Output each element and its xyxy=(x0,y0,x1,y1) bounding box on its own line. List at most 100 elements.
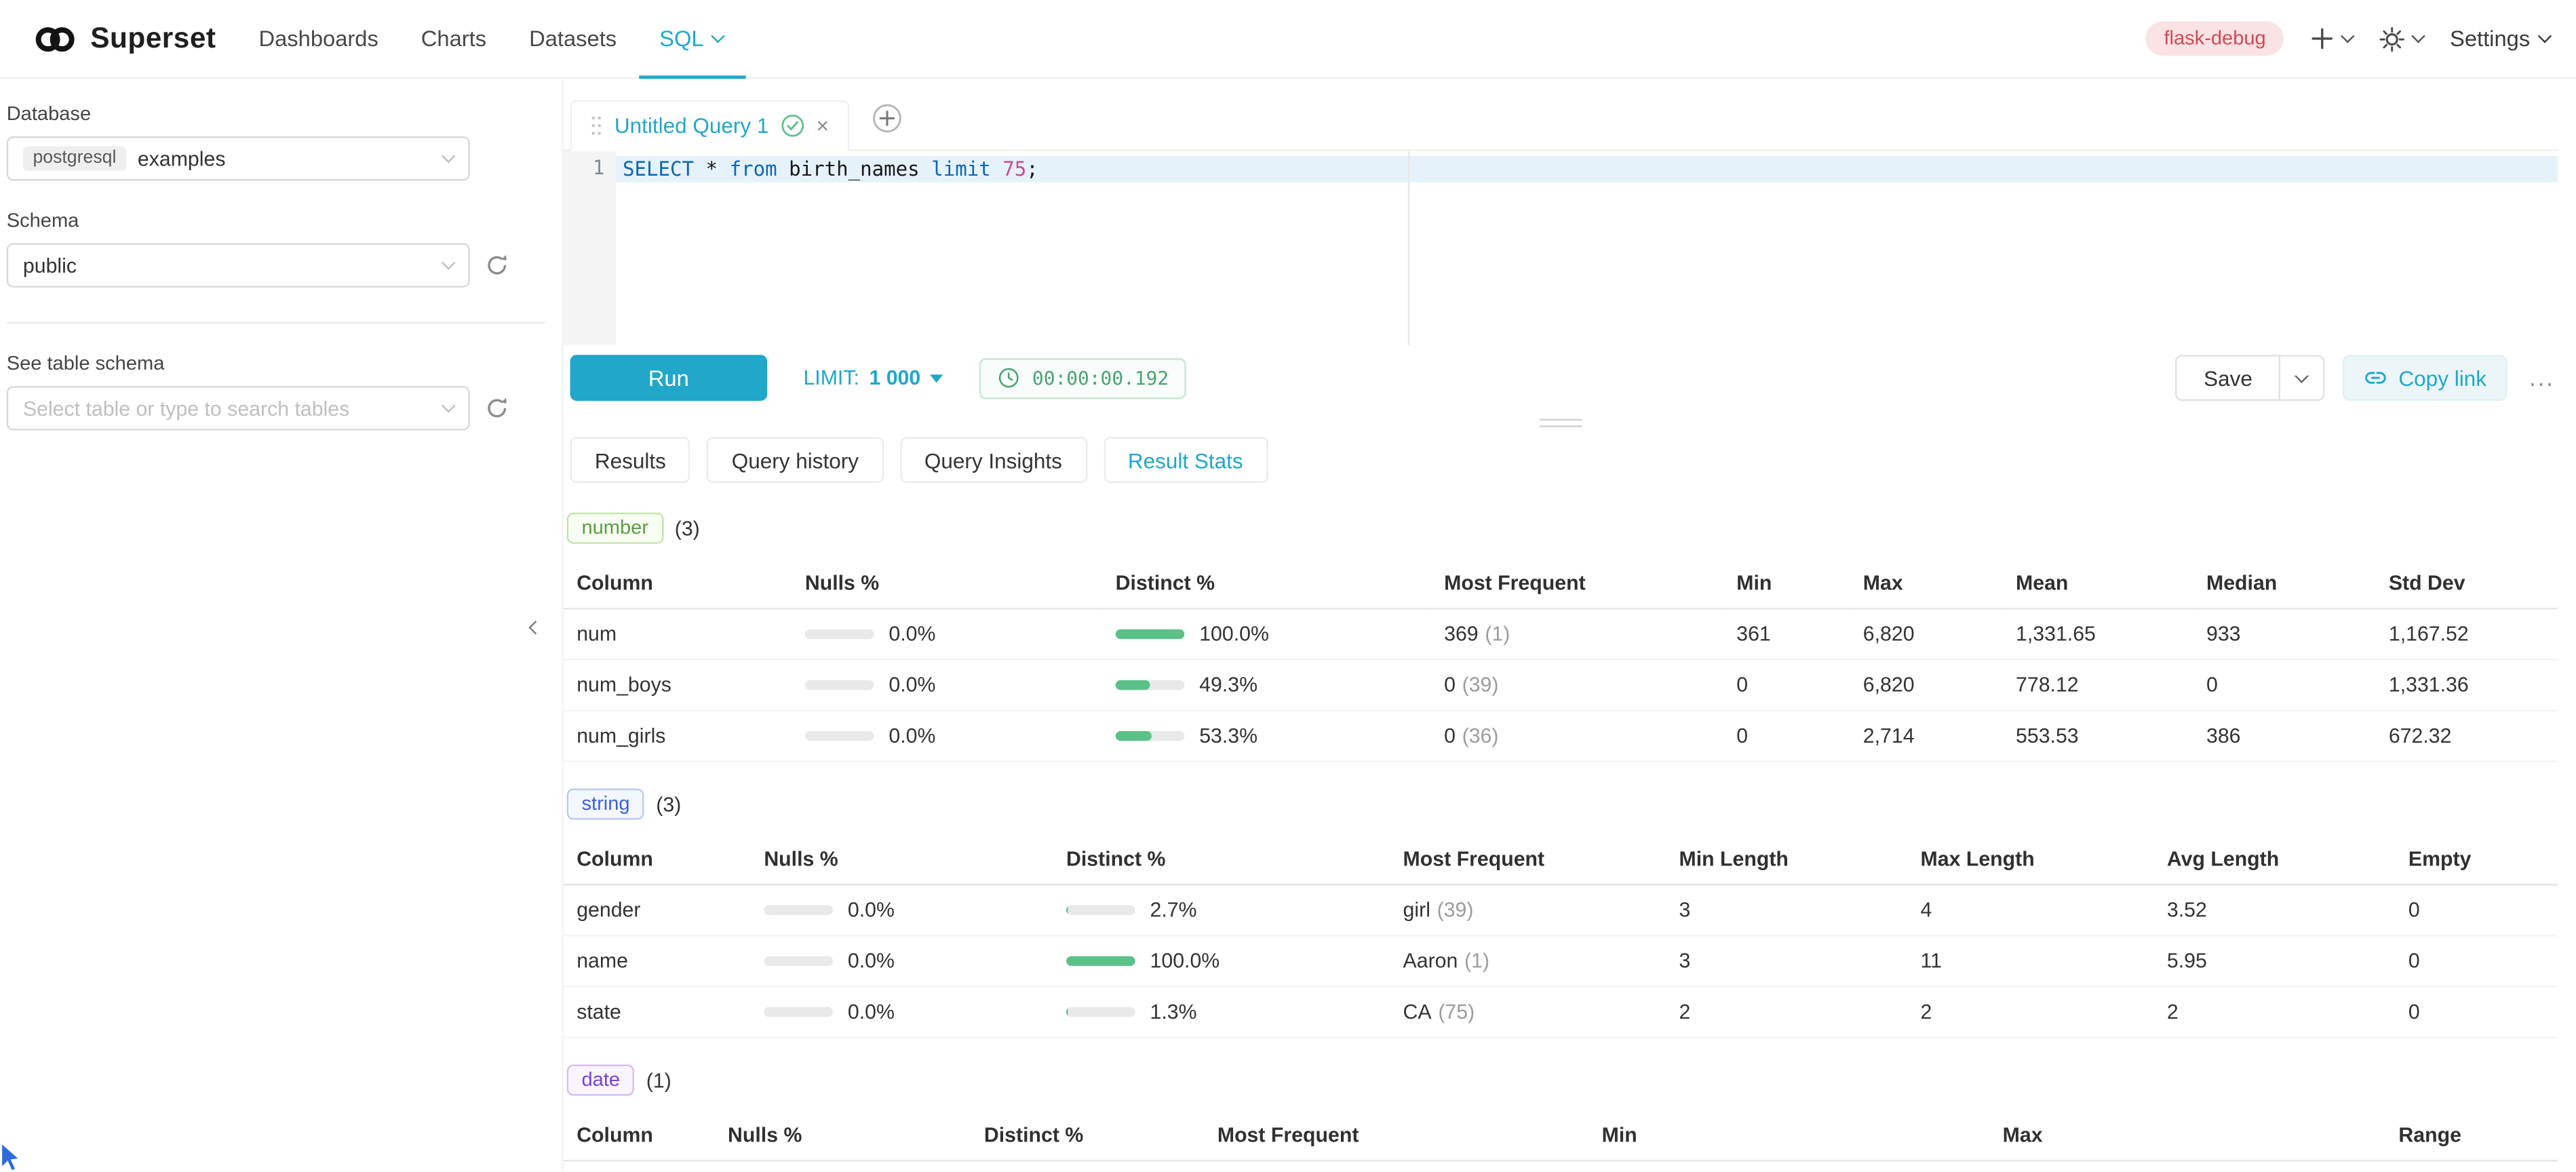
theme-menu[interactable] xyxy=(2379,26,2423,52)
navbar-right: flask-debug Settings xyxy=(2146,21,2550,56)
tab-query-history[interactable]: Query history xyxy=(707,437,883,483)
new-tab-button[interactable] xyxy=(872,102,901,132)
cell-nulls: 0.0% xyxy=(751,937,1053,988)
cell-most-frequent: 1965-01-01T00:00:00(75) xyxy=(1204,1161,1588,1171)
limit-dropdown[interactable]: LIMIT: 1 000 xyxy=(803,366,943,389)
header-cell: Column xyxy=(564,833,751,886)
nav-datasets[interactable]: Datasets xyxy=(529,0,617,78)
cell-min: 0 xyxy=(1723,661,1850,711)
collapse-sidebar-button[interactable] xyxy=(522,614,549,641)
sun-icon xyxy=(2379,26,2406,52)
cell-nulls: 0.0% xyxy=(751,886,1053,937)
close-tab-icon[interactable]: × xyxy=(817,115,829,136)
nulls-bar xyxy=(805,731,874,741)
database-label: Database xyxy=(7,102,545,125)
brand-name: Superset xyxy=(90,21,216,56)
copy-link-label: Copy link xyxy=(2398,366,2486,390)
sqllab-sidebar: Database postgresql examples Schema publ… xyxy=(0,79,564,1171)
nav-sql[interactable]: SQL xyxy=(659,0,724,78)
cell-stddev: 1,167.52 xyxy=(2375,610,2558,661)
database-select[interactable]: postgresql examples xyxy=(7,136,470,180)
editor-text-area[interactable]: SELECT * from birth_names limit 75; xyxy=(616,151,2558,345)
sqllab-main: Untitled Query 1 × 1 xyxy=(564,79,2576,1171)
query-success-icon xyxy=(780,113,804,138)
link-icon xyxy=(2364,366,2387,389)
cell-distinct: 1.3% xyxy=(1053,988,1390,1038)
header-cell: Max Length xyxy=(1907,833,2153,886)
nav-sql-label: SQL xyxy=(659,26,703,51)
type-tag-row: number (3) xyxy=(567,513,2558,544)
cell-mean: 1,331.65 xyxy=(2003,610,2193,661)
chevron-left-icon xyxy=(528,621,543,635)
cell-column-name: num_girls xyxy=(564,711,792,762)
tab-query-insights[interactable]: Query Insights xyxy=(900,437,1087,483)
splitter-grip-icon xyxy=(1540,418,1582,426)
nulls-bar xyxy=(805,680,874,690)
nulls-bar xyxy=(764,956,833,966)
settings-menu[interactable]: Settings xyxy=(2450,26,2550,51)
query-tabbar: Untitled Query 1 × xyxy=(564,79,2558,151)
tab-results[interactable]: Results xyxy=(570,437,690,483)
new-item-menu[interactable] xyxy=(2310,26,2353,51)
cell-stddev: 672.32 xyxy=(2375,711,2558,762)
cell-max: 2,714 xyxy=(1850,711,2002,762)
database-dialect-tag: postgresql xyxy=(23,146,126,171)
run-button[interactable]: Run xyxy=(570,355,767,401)
sql-editor[interactable]: 1 SELECT * from birth_names limit 75; xyxy=(564,151,2558,345)
cell-nulls: 0.0% xyxy=(792,711,1102,762)
cell-median: 933 xyxy=(2193,610,2376,661)
toolbar-right: Save Copy link ... xyxy=(2176,355,2558,401)
more-actions-button[interactable]: ... xyxy=(2526,364,2558,392)
chevron-down-icon xyxy=(2295,368,2309,383)
table-select-placeholder: Select table or type to search tables xyxy=(23,397,349,420)
chevron-down-icon xyxy=(442,149,456,163)
tab-result-stats[interactable]: Result Stats xyxy=(1104,437,1268,483)
header-cell: Nulls % xyxy=(715,1109,971,1162)
sql-keyword: limit xyxy=(931,158,991,181)
drag-handle-icon xyxy=(590,115,603,136)
nav-charts[interactable]: Charts xyxy=(421,0,486,78)
cell-most-frequent: girl(39) xyxy=(1390,886,1666,937)
sqllab-layout: Database postgresql examples Schema publ… xyxy=(0,79,2576,1171)
cell-empty: 0 xyxy=(2396,988,2558,1038)
superset-home-link[interactable]: Superset xyxy=(33,21,216,56)
sql-table-name: birth_names xyxy=(789,158,920,181)
database-value: examples xyxy=(138,147,226,170)
editor-gutter: 1 xyxy=(564,151,617,345)
header-cell: Nulls % xyxy=(792,557,1102,610)
main-nav: Dashboards Charts Datasets SQL xyxy=(258,0,723,78)
save-dropdown-button[interactable] xyxy=(2280,355,2324,401)
copy-link-button[interactable]: Copy link xyxy=(2343,355,2507,401)
cell-empty: 0 xyxy=(2396,937,2558,988)
query-tab[interactable]: Untitled Query 1 × xyxy=(570,100,848,151)
column-count: (3) xyxy=(656,793,681,816)
cell-mean: 553.53 xyxy=(2003,711,2193,762)
nulls-bar xyxy=(764,1007,833,1017)
pane-splitter[interactable] xyxy=(564,411,2558,434)
cell-max: 6,820 xyxy=(1850,661,2002,711)
header-cell: Mean xyxy=(2003,557,2193,610)
table-select[interactable]: Select table or type to search tables xyxy=(7,386,470,430)
nav-dashboards[interactable]: Dashboards xyxy=(258,0,378,78)
app-root: Superset Dashboards Charts Datasets SQL … xyxy=(0,0,2576,1172)
column-count: (3) xyxy=(675,517,700,540)
editor-toolbar: Run LIMIT: 1 000 00:00:00.192 Save xyxy=(564,345,2558,411)
refresh-tables-button[interactable] xyxy=(485,396,509,421)
header-cell: Range xyxy=(2385,1109,2558,1162)
refresh-schemas-button[interactable] xyxy=(485,253,509,277)
sql-semicolon: ; xyxy=(1026,158,1038,181)
stats-table-number: Column Nulls % Distinct % Most Frequent … xyxy=(564,557,2558,762)
save-button[interactable]: Save xyxy=(2176,355,2280,401)
cell-nulls: 0.0% xyxy=(715,1161,971,1171)
line-number: 1 xyxy=(593,156,605,179)
save-split-button: Save xyxy=(2176,355,2325,401)
plus-circle-icon xyxy=(872,102,901,132)
sql-keyword: SELECT xyxy=(623,158,694,181)
refresh-icon xyxy=(485,253,509,277)
schema-select[interactable]: public xyxy=(7,243,470,287)
cell-min: 1965-01-01T03:00:00.000Z xyxy=(1588,1161,1989,1171)
cell-distinct: 53.3% xyxy=(1102,711,1430,762)
cell-min-length: 2 xyxy=(1666,988,1907,1038)
header-cell: Most Frequent xyxy=(1204,1109,1588,1162)
stats-table-string: Column Nulls % Distinct % Most Frequent … xyxy=(564,833,2558,1038)
